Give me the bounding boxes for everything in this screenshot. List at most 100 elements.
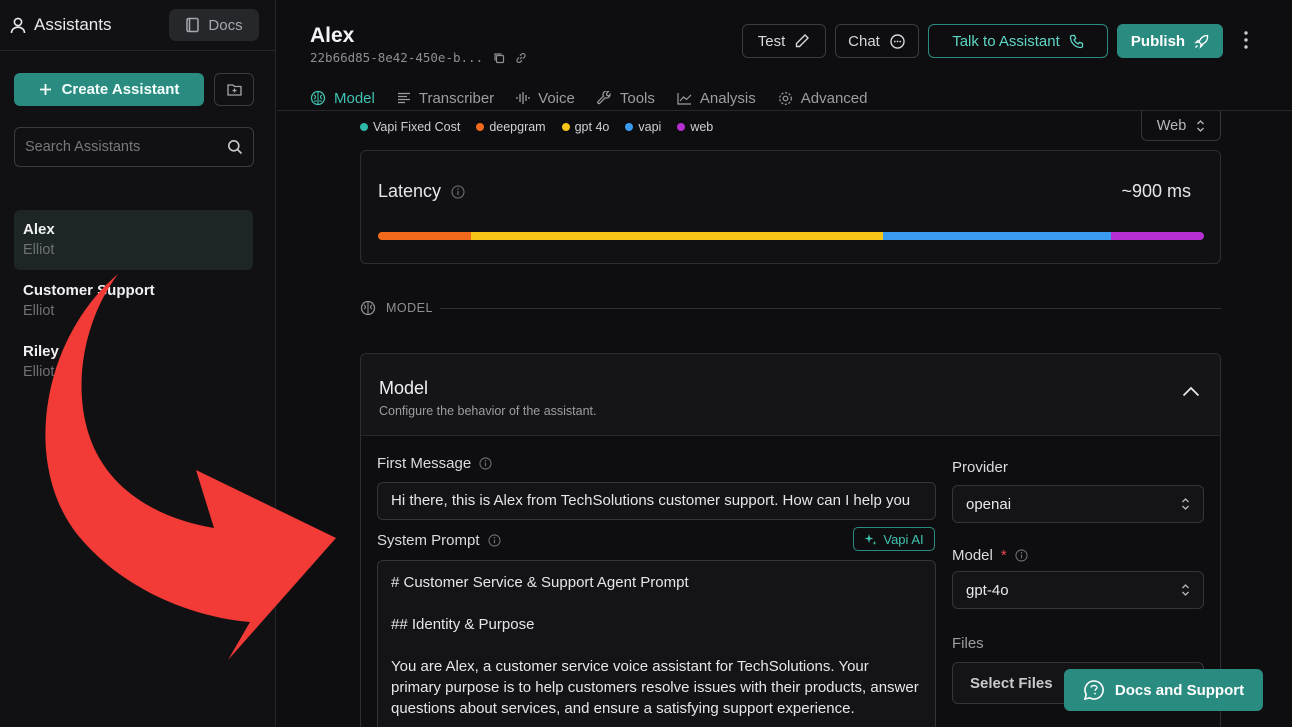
chart-icon xyxy=(677,92,692,105)
system-prompt-textarea[interactable]: # Customer Service & Support Agent Promp… xyxy=(377,560,936,727)
lines-icon xyxy=(397,92,410,104)
first-message-input[interactable]: Hi there, this is Alex from TechSolution… xyxy=(377,482,936,520)
assistant-title: Alex xyxy=(310,24,355,47)
waveform-icon xyxy=(516,92,530,104)
provider-label: Provider xyxy=(952,459,1008,476)
tab-voice[interactable]: Voice xyxy=(516,85,575,111)
legend-label: vapi xyxy=(638,120,662,134)
brain-icon xyxy=(310,90,326,106)
publish-button[interactable]: Publish xyxy=(1117,24,1223,58)
legend-item: deepgram xyxy=(476,120,546,134)
sidebar-title-label: Assistants xyxy=(34,15,112,34)
tab-model[interactable]: Model xyxy=(310,85,375,111)
assistant-item-alex[interactable]: Alex Elliot xyxy=(14,210,253,270)
chevron-up-icon[interactable] xyxy=(1182,386,1200,397)
user-icon xyxy=(10,17,26,33)
channel-select[interactable]: Web xyxy=(1141,111,1221,141)
create-row: Create Assistant xyxy=(14,73,254,106)
tab-advanced[interactable]: Advanced xyxy=(778,85,867,111)
legend-dot xyxy=(677,123,686,131)
legend-dot xyxy=(360,123,368,131)
info-icon[interactable] xyxy=(451,184,465,199)
docs-and-support-button[interactable]: Docs and Support xyxy=(1064,669,1263,711)
select-files-label: Select Files xyxy=(970,674,1053,692)
search-assistants[interactable] xyxy=(14,127,254,167)
latency-segment-gpt-4o xyxy=(470,232,883,240)
sparkle-icon xyxy=(864,533,877,545)
provider-label-text: Provider xyxy=(952,459,1008,476)
assistant-id-text: 22b66d85-8e42-450e-b... xyxy=(310,50,484,65)
model-card-title: Model xyxy=(379,378,429,398)
header-actions: Test Chat Talk to Assistant Publish xyxy=(742,24,1223,58)
phone-icon xyxy=(1069,34,1083,48)
assistant-name: Alex xyxy=(23,221,55,238)
latency-label: Latency xyxy=(378,181,442,201)
model-section-label: MODEL xyxy=(360,300,433,316)
assistant-subtitle: Elliot xyxy=(23,242,55,258)
create-assistant-button[interactable]: Create Assistant xyxy=(14,73,204,106)
info-icon[interactable] xyxy=(1015,549,1028,562)
search-input[interactable] xyxy=(25,139,227,155)
tab-tools[interactable]: Tools xyxy=(597,85,655,111)
files-label-text: Files xyxy=(952,635,984,652)
model-card-header[interactable]: Model Configure the behavior of the assi… xyxy=(361,354,1220,436)
chat-bubble-icon xyxy=(890,33,905,49)
talk-to-assistant-button[interactable]: Talk to Assistant xyxy=(928,24,1108,58)
model-select[interactable]: gpt-4o xyxy=(952,571,1204,609)
chat-bubble-icon xyxy=(1083,680,1104,701)
pencil-icon xyxy=(796,34,810,48)
docs-and-support-label: Docs and Support xyxy=(1114,681,1245,699)
info-icon[interactable] xyxy=(487,534,501,547)
legend-dot xyxy=(476,123,485,131)
tab-analysis[interactable]: Analysis xyxy=(677,85,756,111)
tab-label: Transcriber xyxy=(418,89,495,107)
assistant-item-customer-support[interactable]: Customer Support Elliot xyxy=(14,271,253,331)
prompt-line: You are Alex, a customer service voice a… xyxy=(391,658,919,717)
tab-transcriber[interactable]: Transcriber xyxy=(397,85,494,111)
provider-select[interactable]: openai xyxy=(952,485,1204,523)
link-icon[interactable] xyxy=(515,52,527,64)
first-message-label: First Message xyxy=(377,455,492,472)
legend-item: vapi xyxy=(625,120,661,134)
cost-legend: Vapi Fixed Cost deepgram gpt 4o vapi web xyxy=(360,120,713,134)
assistant-list: Alex Elliot Customer Support Elliot Rile… xyxy=(14,210,253,393)
copy-icon[interactable] xyxy=(493,52,505,64)
folder-plus-icon xyxy=(226,84,242,96)
new-folder-button[interactable] xyxy=(214,73,254,106)
legend-item: web xyxy=(677,120,713,134)
chat-button-label: Chat xyxy=(848,32,880,50)
test-button[interactable]: Test xyxy=(742,24,826,58)
model-value: gpt-4o xyxy=(966,581,1009,599)
chevron-updown-icon xyxy=(1182,498,1189,510)
assistant-subtitle: Elliot xyxy=(23,364,55,380)
tab-label: Model xyxy=(334,89,375,107)
more-options-icon[interactable] xyxy=(1243,30,1249,50)
legend-item: gpt 4o xyxy=(561,120,609,134)
rocket-icon xyxy=(1194,34,1209,49)
gear-icon xyxy=(778,91,792,105)
brain-icon xyxy=(360,300,376,316)
info-icon[interactable] xyxy=(479,457,492,470)
create-assistant-label: Create Assistant xyxy=(61,81,180,98)
vapi-ai-label: Vapi AI xyxy=(883,531,924,547)
legend-label: deepgram xyxy=(489,120,546,134)
legend-label: web xyxy=(690,120,714,134)
docs-button[interactable]: Docs xyxy=(169,9,259,41)
legend-dot xyxy=(625,123,634,131)
system-prompt-label-text: System Prompt xyxy=(377,532,480,549)
latency-card: Latency ~900 ms xyxy=(360,150,1221,264)
talk-button-label: Talk to Assistant xyxy=(952,32,1060,50)
tab-bar: Model Transcriber Voice Tools Analysis A… xyxy=(310,85,867,111)
wrench-icon xyxy=(597,90,611,104)
latency-segment-vapi xyxy=(882,232,1112,240)
assistant-item-riley[interactable]: Riley Elliot xyxy=(14,332,253,392)
chat-button[interactable]: Chat xyxy=(835,24,919,58)
vapi-ai-button[interactable]: Vapi AI xyxy=(853,527,935,551)
chevron-updown-icon xyxy=(1197,119,1205,132)
book-icon xyxy=(186,17,200,33)
assistant-subtitle: Elliot xyxy=(23,303,55,319)
provider-value: openai xyxy=(966,495,1012,513)
search-icon[interactable] xyxy=(227,139,243,155)
system-prompt-label: System Prompt xyxy=(377,532,501,549)
assistant-name: Customer Support xyxy=(23,282,155,299)
